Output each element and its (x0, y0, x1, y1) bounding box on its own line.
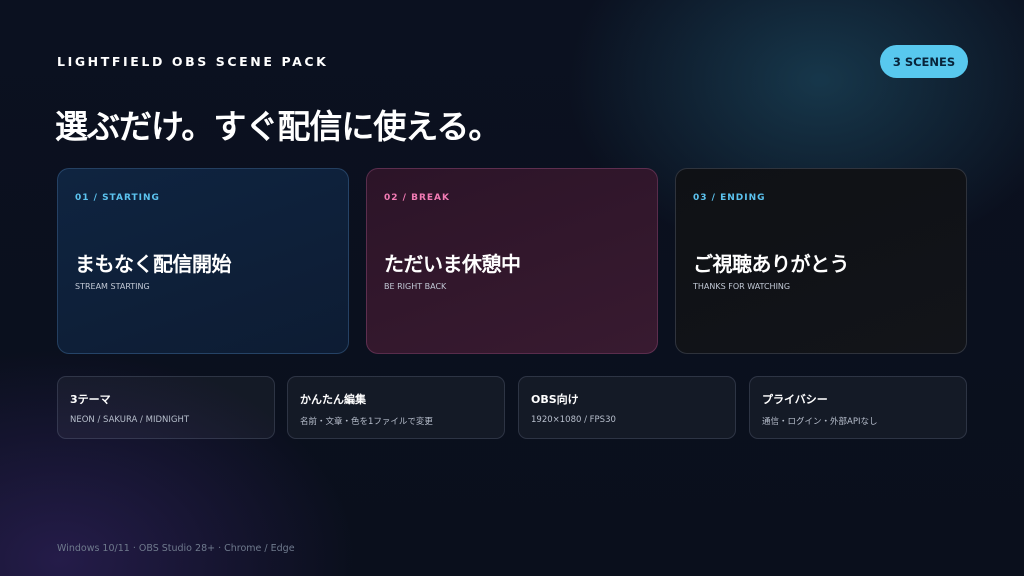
scene-title: ご視聴ありがとう (693, 252, 850, 276)
scene-count-badge: 3 SCENES (880, 45, 968, 78)
scene-card-ending: 03 / ENDING ご視聴ありがとう THANKS FOR WATCHING (675, 168, 967, 354)
feature-title: プライバシー (762, 393, 828, 406)
scene-subtitle: THANKS FOR WATCHING (693, 282, 791, 291)
scene-card-break: 02 / BREAK ただいま休憩中 BE RIGHT BACK (366, 168, 658, 354)
scene-subtitle: BE RIGHT BACK (384, 282, 447, 291)
feature-subtitle: 通信・ログイン・外部APIなし (762, 417, 878, 427)
scene-tag: 02 / BREAK (384, 193, 450, 203)
promo-page: LIGHTFIELD OBS SCENE PACK 3 SCENES 選ぶだけ。… (0, 0, 1024, 576)
feature-subtitle: NEON / SAKURA / MIDNIGHT (70, 415, 190, 425)
scene-subtitle: STREAM STARTING (75, 282, 150, 291)
feature-title: 3テーマ (70, 393, 111, 406)
feature-card-privacy: プライバシー 通信・ログイン・外部APIなし (749, 376, 967, 439)
feature-title: OBS向け (531, 393, 579, 406)
requirements-footer: Windows 10/11 · OBS Studio 28+ · Chrome … (57, 543, 295, 554)
feature-card-obs: OBS向け 1920×1080 / FPS30 (518, 376, 736, 439)
feature-card-editing: かんたん編集 名前・文章・色を1ファイルで変更 (287, 376, 505, 439)
scene-card-starting: 01 / STARTING まもなく配信開始 STREAM STARTING (57, 168, 349, 354)
page-headline: 選ぶだけ。すぐ配信に使える。 (55, 107, 501, 146)
feature-subtitle: 1920×1080 / FPS30 (531, 415, 616, 425)
feature-title: かんたん編集 (300, 393, 366, 406)
feature-card-themes: 3テーマ NEON / SAKURA / MIDNIGHT (57, 376, 275, 439)
scene-tag: 03 / ENDING (693, 193, 766, 203)
scene-title: ただいま休憩中 (384, 252, 521, 276)
brand-title: LIGHTFIELD OBS SCENE PACK (57, 54, 329, 69)
scene-title: まもなく配信開始 (75, 252, 232, 276)
scene-tag: 01 / STARTING (75, 193, 160, 203)
feature-subtitle: 名前・文章・色を1ファイルで変更 (300, 417, 433, 427)
